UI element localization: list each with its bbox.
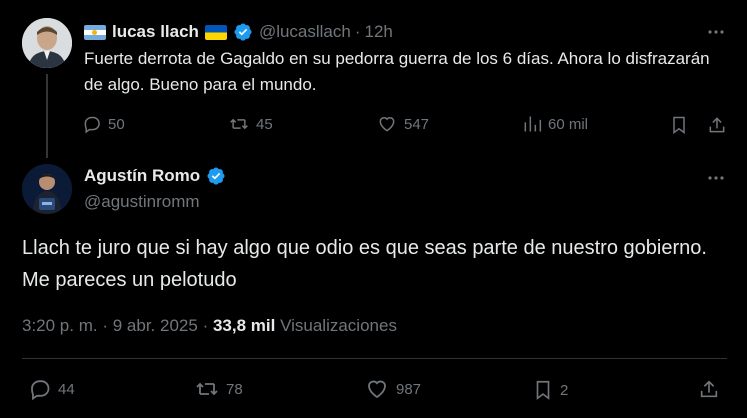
tweet-metadata: 3:20 p. m. · 9 abr. 2025 · 33,8 mil Visu…	[22, 316, 397, 336]
verified-badge-icon[interactable]	[206, 166, 226, 186]
verified-badge-icon[interactable]	[233, 22, 253, 42]
author-name[interactable]: lucas llach	[112, 22, 199, 42]
share-icon[interactable]	[707, 114, 727, 136]
reply-count: 44	[58, 380, 75, 398]
repost-count: 78	[226, 380, 243, 398]
analytics-icon	[524, 116, 542, 132]
author-handle[interactable]: @agustinromm	[84, 192, 200, 212]
thread-connector-line	[46, 74, 48, 158]
avatar-lucas-llach[interactable]	[22, 18, 72, 68]
reply-icon	[31, 380, 50, 401]
reply-to-text: Fuerte derrota de Gagaldo en su pedorra …	[84, 49, 710, 94]
repost-button[interactable]: 45	[228, 114, 273, 134]
views-label: Visualizaciones	[280, 316, 397, 335]
more-dots-icon[interactable]	[706, 22, 726, 42]
main-tweet-text: Llach te juro que si hay algo que odio e…	[22, 237, 707, 291]
repost-count: 45	[256, 115, 273, 133]
views-button[interactable]: 60 mil	[522, 114, 588, 134]
like-count: 987	[396, 380, 422, 398]
ukraine-flag-icon	[204, 24, 227, 40]
views-count: 60 mil	[548, 115, 589, 133]
more-dots-icon[interactable]	[706, 168, 726, 188]
author-name[interactable]: Agustín Romo	[84, 166, 200, 186]
separator-dot: ·	[102, 316, 109, 335]
bookmark-button[interactable]: 2	[532, 377, 568, 403]
bookmark-icon[interactable]	[669, 114, 689, 136]
avatar-agustin-romo[interactable]	[22, 164, 72, 214]
reply-count: 50	[108, 115, 125, 133]
like-button[interactable]: 987	[364, 377, 421, 401]
tweet-thread: lucas llach @lucasllach · 12h Fuerte der…	[0, 0, 747, 418]
separator-dot: ·	[202, 316, 209, 335]
share-icon[interactable]	[698, 376, 720, 402]
tweet-time[interactable]: 3:20 p. m.	[22, 316, 98, 335]
main-tweet-author-row: Agustín Romo	[84, 166, 232, 186]
like-button[interactable]: 547	[376, 114, 429, 134]
like-count: 547	[404, 115, 430, 133]
heart-icon	[379, 117, 395, 132]
divider	[22, 358, 727, 359]
heart-icon	[368, 380, 386, 399]
tweet-date[interactable]: 9 abr. 2025	[113, 316, 198, 335]
author-handle[interactable]: @lucasllach	[259, 22, 351, 42]
reply-icon	[84, 116, 100, 134]
separator-dot: ·	[354, 22, 361, 41]
argentina-flag-icon	[84, 24, 106, 40]
tweet-time[interactable]: 12h	[365, 22, 393, 42]
reply-to-header: lucas llach @lucasllach · 12h	[84, 20, 393, 44]
repost-icon	[196, 382, 218, 396]
repost-icon	[230, 118, 248, 130]
bookmark-count: 2	[560, 381, 569, 399]
bookmark-icon	[536, 380, 550, 400]
repost-button[interactable]: 78	[194, 377, 243, 401]
reply-button[interactable]: 44	[28, 377, 75, 401]
views-count: 33,8 mil	[212, 316, 276, 335]
reply-button[interactable]: 50	[82, 114, 125, 134]
